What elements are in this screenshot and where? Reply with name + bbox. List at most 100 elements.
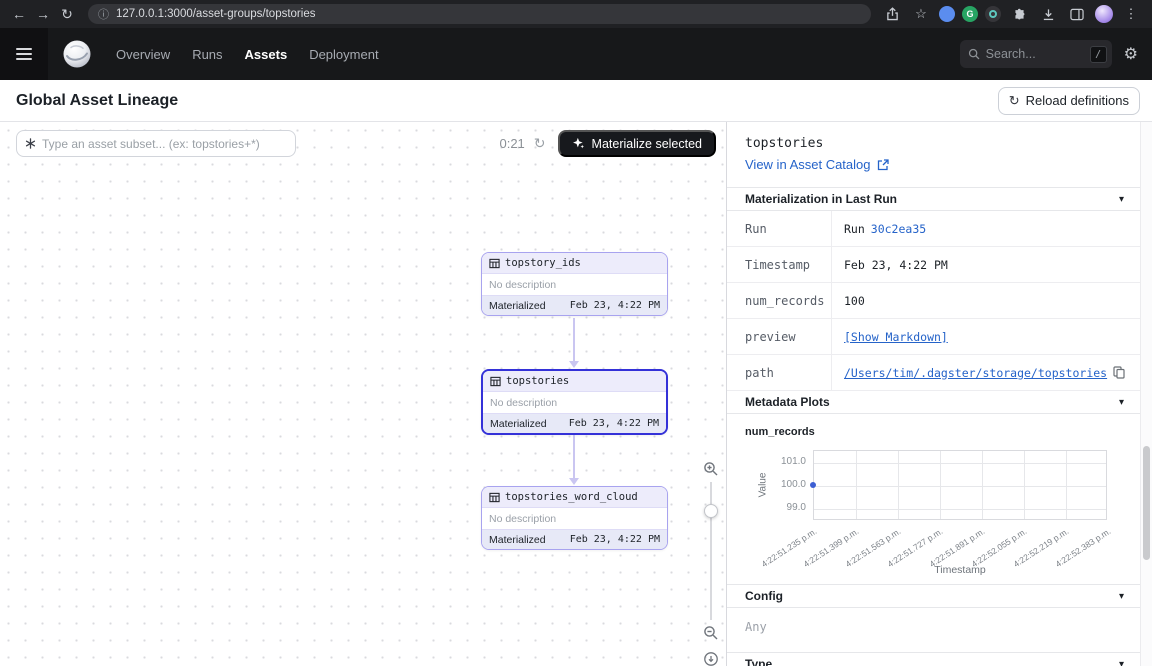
- asset-filter[interactable]: [16, 130, 296, 157]
- url-text: 127.0.0.1:3000/asset-groups/topstories: [116, 8, 315, 20]
- y-tick-label: 100.0: [781, 479, 806, 490]
- asset-node-timestamp: Feb 23, 4:22 PM: [570, 534, 660, 545]
- x-axis-label: Timestamp: [934, 564, 986, 576]
- metadata-value: Run 30c2ea35: [831, 211, 1140, 246]
- forward-icon[interactable]: →: [32, 3, 54, 25]
- asset-node-topstories_word_cloud[interactable]: topstories_word_cloudNo descriptionMater…: [481, 486, 668, 550]
- zoom-slider-thumb[interactable]: [704, 504, 718, 518]
- address-bar[interactable]: ⓘ 127.0.0.1:3000/asset-groups/topstories: [88, 4, 871, 24]
- asset-node-topstories[interactable]: topstories No descriptionMaterializedFeb …: [481, 369, 668, 435]
- bookmark-icon[interactable]: ☆: [910, 3, 932, 25]
- recenter-icon[interactable]: [702, 650, 720, 666]
- refresh-icon[interactable]: ↻: [56, 3, 78, 25]
- metadata-key: Timestamp: [727, 247, 831, 282]
- metadata-value: [Show Markdown]: [831, 319, 1140, 354]
- asset-graph[interactable]: 0:21 ↻ Materialize selected: [0, 122, 726, 666]
- app-header: Overview Runs Assets Deployment / ⚙: [0, 28, 1152, 80]
- asset-node-topstory_ids[interactable]: topstory_idsNo descriptionMaterializedFe…: [481, 252, 668, 316]
- metadata-plot: 4:22:51.235 p.m.4:22:51.399 p.m.4:22:51.…: [727, 444, 1140, 584]
- asset-node-header: topstories_word_cloud: [482, 487, 667, 508]
- zoom-in-icon[interactable]: [702, 460, 720, 478]
- metadata-value: 100: [831, 283, 1140, 318]
- asset-filter-input[interactable]: [42, 137, 287, 151]
- nav-item-deployment[interactable]: Deployment: [309, 47, 378, 62]
- asset-node-status: Materialized: [489, 300, 546, 312]
- plot-title: num_records: [745, 426, 1122, 438]
- search-shortcut-key: /: [1090, 46, 1107, 63]
- global-search[interactable]: /: [960, 40, 1112, 68]
- section-materialization-header[interactable]: Materialization in Last Run ▾: [727, 187, 1140, 211]
- metadata-value: Feb 23, 4:22 PM: [831, 247, 1140, 282]
- metadata-row: RunRun 30c2ea35: [727, 211, 1140, 247]
- extensions-puzzle-icon[interactable]: [1008, 3, 1030, 25]
- zoom-slider[interactable]: [710, 482, 712, 620]
- metadata-row: preview [Show Markdown]: [727, 319, 1140, 355]
- dagster-logo[interactable]: [62, 39, 92, 69]
- graph-toolbar: 0:21 ↻ Materialize selected: [16, 130, 716, 157]
- asset-edge: [573, 435, 575, 478]
- profile-avatar[interactable]: [1095, 5, 1113, 23]
- asset-node-description: No description: [482, 508, 667, 529]
- sidebar-icon[interactable]: [1066, 3, 1088, 25]
- browser-window: ← → ↻ ⓘ 127.0.0.1:3000/asset-groups/tops…: [0, 0, 1152, 666]
- table-icon: [489, 492, 500, 503]
- search-input[interactable]: [986, 47, 1084, 61]
- y-tick-label: 101.0: [781, 456, 806, 467]
- search-icon: [968, 48, 980, 60]
- panel-asset-title: topstories: [745, 136, 1122, 151]
- y-axis-label: Value: [758, 473, 769, 498]
- main-content: 0:21 ↻ Materialize selected: [0, 122, 1152, 666]
- materialize-selected-button[interactable]: Materialize selected: [558, 130, 716, 157]
- extension-icon-blue[interactable]: [939, 6, 955, 22]
- metadata-key: path: [727, 355, 831, 390]
- extension-icon-dark[interactable]: [985, 6, 1001, 22]
- section-type-header[interactable]: Type ▾: [727, 652, 1140, 666]
- section-metadata-plots-header[interactable]: Metadata Plots ▾: [727, 391, 1140, 414]
- scrollbar-thumb[interactable]: [1143, 446, 1150, 560]
- asset-node-timestamp: Feb 23, 4:22 PM: [569, 418, 659, 429]
- asset-node-name: topstories: [506, 375, 569, 387]
- y-tick-label: 99.0: [787, 502, 806, 513]
- asset-node-description: No description: [483, 392, 666, 413]
- run-id-link[interactable]: 30c2ea35: [871, 222, 926, 236]
- metadata-key: num_records: [727, 283, 831, 318]
- reload-definitions-button[interactable]: ↻ Reload definitions: [998, 87, 1140, 115]
- hamburger-menu-icon[interactable]: [0, 28, 48, 80]
- site-info-icon[interactable]: ⓘ: [98, 6, 109, 22]
- page-title: Global Asset Lineage: [16, 92, 178, 110]
- asset-node-status: Materialized: [489, 534, 546, 546]
- config-value: Any: [727, 608, 1140, 646]
- nav-item-overview[interactable]: Overview: [116, 47, 170, 62]
- countdown-refresh-icon[interactable]: ↻: [534, 135, 546, 152]
- browser-menu-icon[interactable]: ⋮: [1120, 3, 1142, 25]
- nav-item-assets[interactable]: Assets: [245, 47, 288, 62]
- metadata-row: path/Users/tim/.dagster/storage/topstori…: [727, 355, 1140, 391]
- browser-chrome: ← → ↻ ⓘ 127.0.0.1:3000/asset-groups/tops…: [0, 0, 1152, 28]
- path-link[interactable]: /Users/tim/.dagster/storage/topstories: [844, 366, 1107, 380]
- copy-icon[interactable]: [1113, 366, 1125, 379]
- run-prefix: Run: [844, 222, 865, 236]
- asset-node-status-row: MaterializedFeb 23, 4:22 PM: [483, 413, 666, 433]
- reload-icon: ↻: [1009, 93, 1020, 109]
- nav-item-runs[interactable]: Runs: [192, 47, 222, 62]
- extension-icon-grammarly[interactable]: G: [962, 6, 978, 22]
- asset-node-status-row: Materialized Feb 23, 4:22 PM: [482, 529, 667, 549]
- back-icon[interactable]: ←: [8, 3, 30, 25]
- metadata-key: preview: [727, 319, 831, 354]
- browser-actions: ☆ G ⋮: [881, 3, 1144, 25]
- window-scrollbar[interactable]: [1140, 122, 1152, 666]
- zoom-out-icon[interactable]: [702, 624, 720, 642]
- data-point: [810, 482, 816, 488]
- share-icon[interactable]: [881, 3, 903, 25]
- asset-node-status-row: MaterializedFeb 23, 4:22 PM: [482, 295, 667, 315]
- settings-gear-icon[interactable]: ⚙: [1124, 44, 1138, 64]
- view-in-asset-catalog-link[interactable]: View in Asset Catalog: [745, 157, 889, 172]
- show-markdown-link[interactable]: [Show Markdown]: [844, 330, 948, 344]
- downloads-icon[interactable]: [1037, 3, 1059, 25]
- asset-edge-arrowhead: [569, 361, 579, 368]
- plot-gridline-h: [814, 463, 1106, 464]
- chevron-down-icon: ▾: [1119, 397, 1124, 408]
- asset-edge: [573, 318, 575, 361]
- main-nav: Overview Runs Assets Deployment: [116, 47, 379, 62]
- section-config-header[interactable]: Config ▾: [727, 584, 1140, 608]
